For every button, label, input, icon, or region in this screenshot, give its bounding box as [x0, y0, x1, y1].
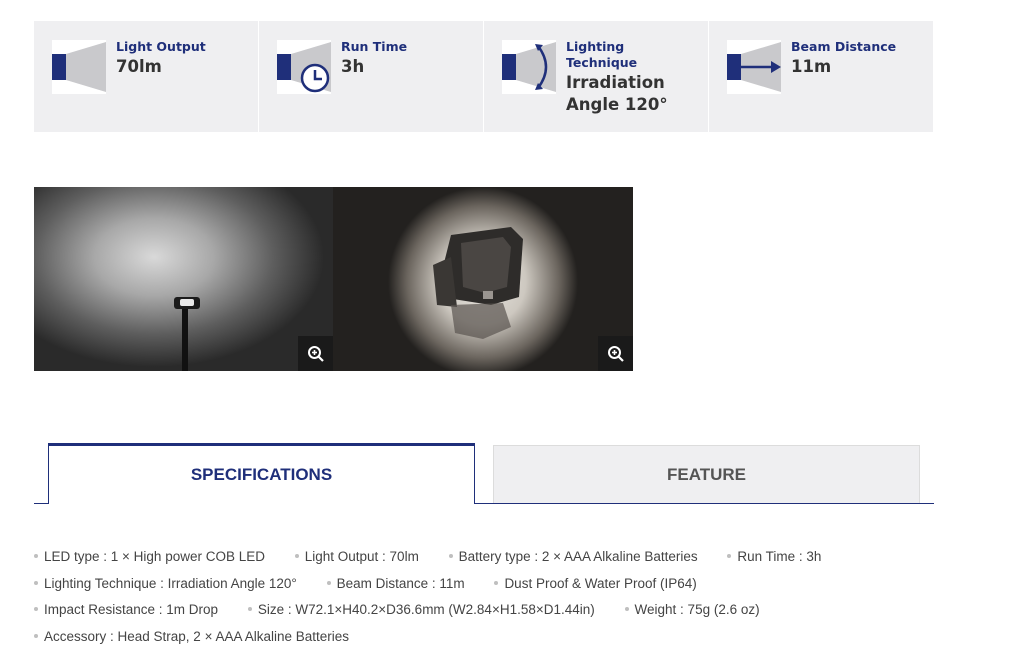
tile-label: Light Output	[116, 39, 206, 54]
run-time-icon	[277, 40, 331, 94]
bullet-icon	[34, 580, 38, 585]
spec-item: Dust Proof & Water Proof (IP64)	[494, 573, 697, 595]
spec-item: Accessory : Head Strap, 2 × AAA Alkaline…	[34, 626, 349, 648]
spec-item: Impact Resistance : 1m Drop	[34, 599, 218, 621]
bullet-icon	[494, 580, 499, 585]
tile-beam-distance: Beam Distance 11m	[709, 21, 933, 132]
bullet-icon	[326, 580, 331, 585]
bullet-icon	[34, 633, 38, 638]
headlamp-product-image	[433, 227, 523, 339]
zoom-in-icon	[307, 345, 324, 362]
bullet-icon	[448, 554, 453, 559]
bullet-icon	[34, 554, 38, 559]
beam-photo[interactable]	[34, 187, 333, 371]
spec-item: Run Time : 3h	[727, 546, 821, 568]
spec-item: Lighting Technique : Irradiation Angle 1…	[34, 573, 297, 595]
headlamp-on-stand-image	[174, 297, 200, 371]
lighting-technique-icon	[502, 40, 556, 94]
spec-row: Accessory : Head Strap, 2 × AAA Alkaline…	[34, 626, 994, 653]
zoom-button[interactable]	[598, 336, 633, 371]
tile-lighting-technique: Lighting Technique Irradiation Angle 120…	[484, 21, 709, 132]
tab-specifications[interactable]: SPECIFICATIONS	[48, 443, 475, 504]
spec-item: Beam Distance : 11m	[326, 573, 465, 595]
tile-value: Irradiation Angle 120°	[566, 73, 668, 114]
tile-value: 11m	[791, 57, 832, 76]
bullet-icon	[34, 607, 38, 612]
bullet-icon	[727, 554, 732, 559]
tile-label: Lighting Technique	[566, 39, 638, 70]
tile-value: 3h	[341, 57, 365, 76]
product-photo[interactable]	[333, 187, 633, 371]
spec-item: Size : W72.1×H40.2×D36.6mm (W2.84×H1.58×…	[247, 599, 595, 621]
bullet-icon	[624, 607, 629, 612]
tile-label: Beam Distance	[791, 39, 897, 54]
info-tabs: SPECIFICATIONS FEATURE	[34, 443, 934, 504]
beam-distance-icon	[727, 40, 781, 94]
tile-light-output: Light Output 70lm	[34, 21, 259, 132]
zoom-button[interactable]	[298, 336, 333, 371]
zoom-in-icon	[607, 345, 624, 362]
spec-tiles: Light Output 70lm Run Time 3h Lighting T…	[34, 21, 933, 132]
spec-item: Battery type : 2 × AAA Alkaline Batterie…	[448, 546, 698, 568]
spec-item: Weight : 75g (2.6 oz)	[624, 599, 760, 621]
spec-item: Light Output : 70lm	[294, 546, 419, 568]
spec-row: LED type : 1 × High power COB LED Light …	[34, 546, 994, 573]
tab-feature[interactable]: FEATURE	[493, 445, 920, 503]
bullet-icon	[247, 607, 252, 612]
spec-row: Lighting Technique : Irradiation Angle 1…	[34, 573, 994, 600]
product-gallery	[34, 187, 633, 371]
spec-item: LED type : 1 × High power COB LED	[34, 546, 265, 568]
tile-run-time: Run Time 3h	[259, 21, 484, 132]
tile-label: Run Time	[341, 39, 408, 54]
specifications-list: LED type : 1 × High power COB LED Light …	[34, 546, 994, 652]
bullet-icon	[294, 554, 299, 559]
spec-row: Impact Resistance : 1m Drop Size : W72.1…	[34, 599, 994, 626]
light-output-icon	[52, 40, 106, 94]
tile-value: 70lm	[116, 57, 162, 76]
